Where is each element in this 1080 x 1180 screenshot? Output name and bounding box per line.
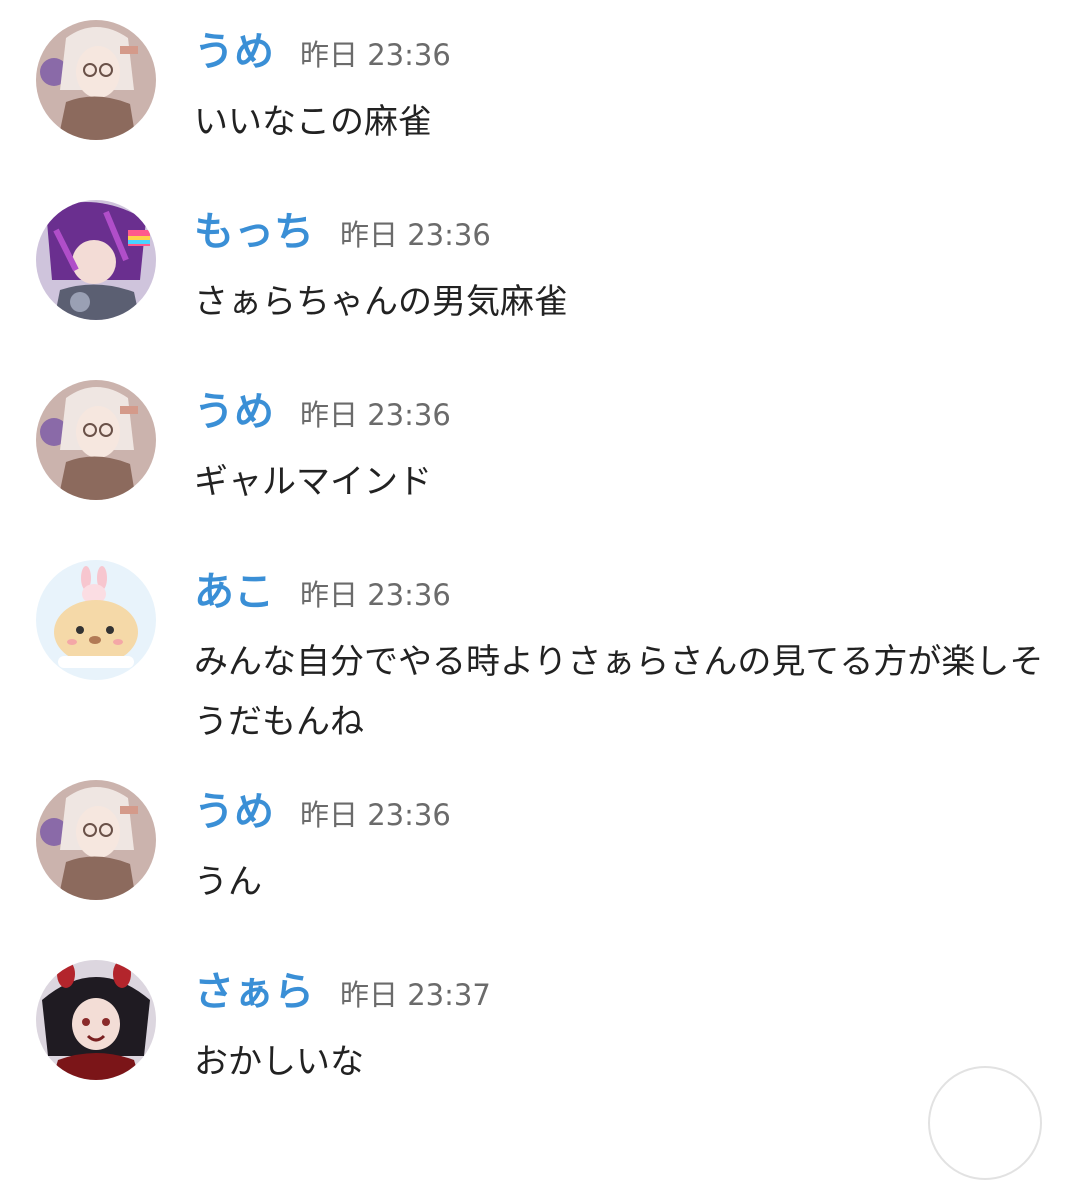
sender-name[interactable]: うめ — [194, 26, 274, 78]
message-text: いいなこの麻雀 — [194, 102, 432, 142]
sender-name[interactable]: もっち — [194, 206, 314, 258]
ume-avatar[interactable] — [36, 380, 156, 500]
ume-avatar-image — [36, 20, 156, 140]
saara-avatar[interactable] — [36, 960, 156, 1080]
mocchi-avatar-image — [36, 200, 156, 320]
sender-name[interactable]: うめ — [194, 386, 274, 438]
scroll-to-bottom-button[interactable] — [928, 1066, 1042, 1180]
sender-name[interactable]: さぁら — [194, 966, 314, 1018]
sender-name[interactable]: あこ — [194, 566, 274, 618]
message-timestamp: 昨日 23:36 — [340, 218, 491, 252]
message-text: うん — [194, 862, 262, 902]
ume-avatar[interactable] — [36, 20, 156, 140]
message-header: うめ 昨日 23:36 — [194, 386, 451, 438]
message-timestamp: 昨日 23:36 — [300, 578, 451, 612]
ume-avatar[interactable] — [36, 780, 156, 900]
message-header: うめ 昨日 23:36 — [194, 26, 451, 78]
message-header: うめ 昨日 23:36 — [194, 786, 451, 838]
saara-avatar-image — [36, 960, 156, 1080]
message-timestamp: 昨日 23:36 — [300, 38, 451, 72]
mocchi-avatar[interactable] — [36, 200, 156, 320]
ume-avatar-image — [36, 380, 156, 500]
sender-name[interactable]: うめ — [194, 786, 274, 838]
ako-avatar[interactable] — [36, 560, 156, 680]
ume-avatar-image — [36, 780, 156, 900]
message-header: もっち 昨日 23:36 — [194, 206, 491, 258]
message-text: みんな自分でやる時よりさぁらさんの見てる方が楽しそうだもんね — [194, 642, 1044, 742]
message-timestamp: 昨日 23:36 — [300, 798, 451, 832]
message-text: ギャルマインド — [194, 462, 432, 502]
message-header: さぁら 昨日 23:37 — [194, 966, 491, 1018]
message-timestamp: 昨日 23:37 — [340, 978, 491, 1012]
ako-avatar-image — [36, 560, 156, 680]
message-timestamp: 昨日 23:36 — [300, 398, 451, 432]
message-text: おかしいな — [194, 1042, 364, 1082]
message-header: あこ 昨日 23:36 — [194, 566, 451, 618]
chat-message-list[interactable]: うめ 昨日 23:36 いいなこの麻雀 もっち 昨日 23:36 さぁらちゃんの… — [0, 0, 1080, 1096]
message-text: さぁらちゃんの男気麻雀 — [194, 282, 568, 322]
